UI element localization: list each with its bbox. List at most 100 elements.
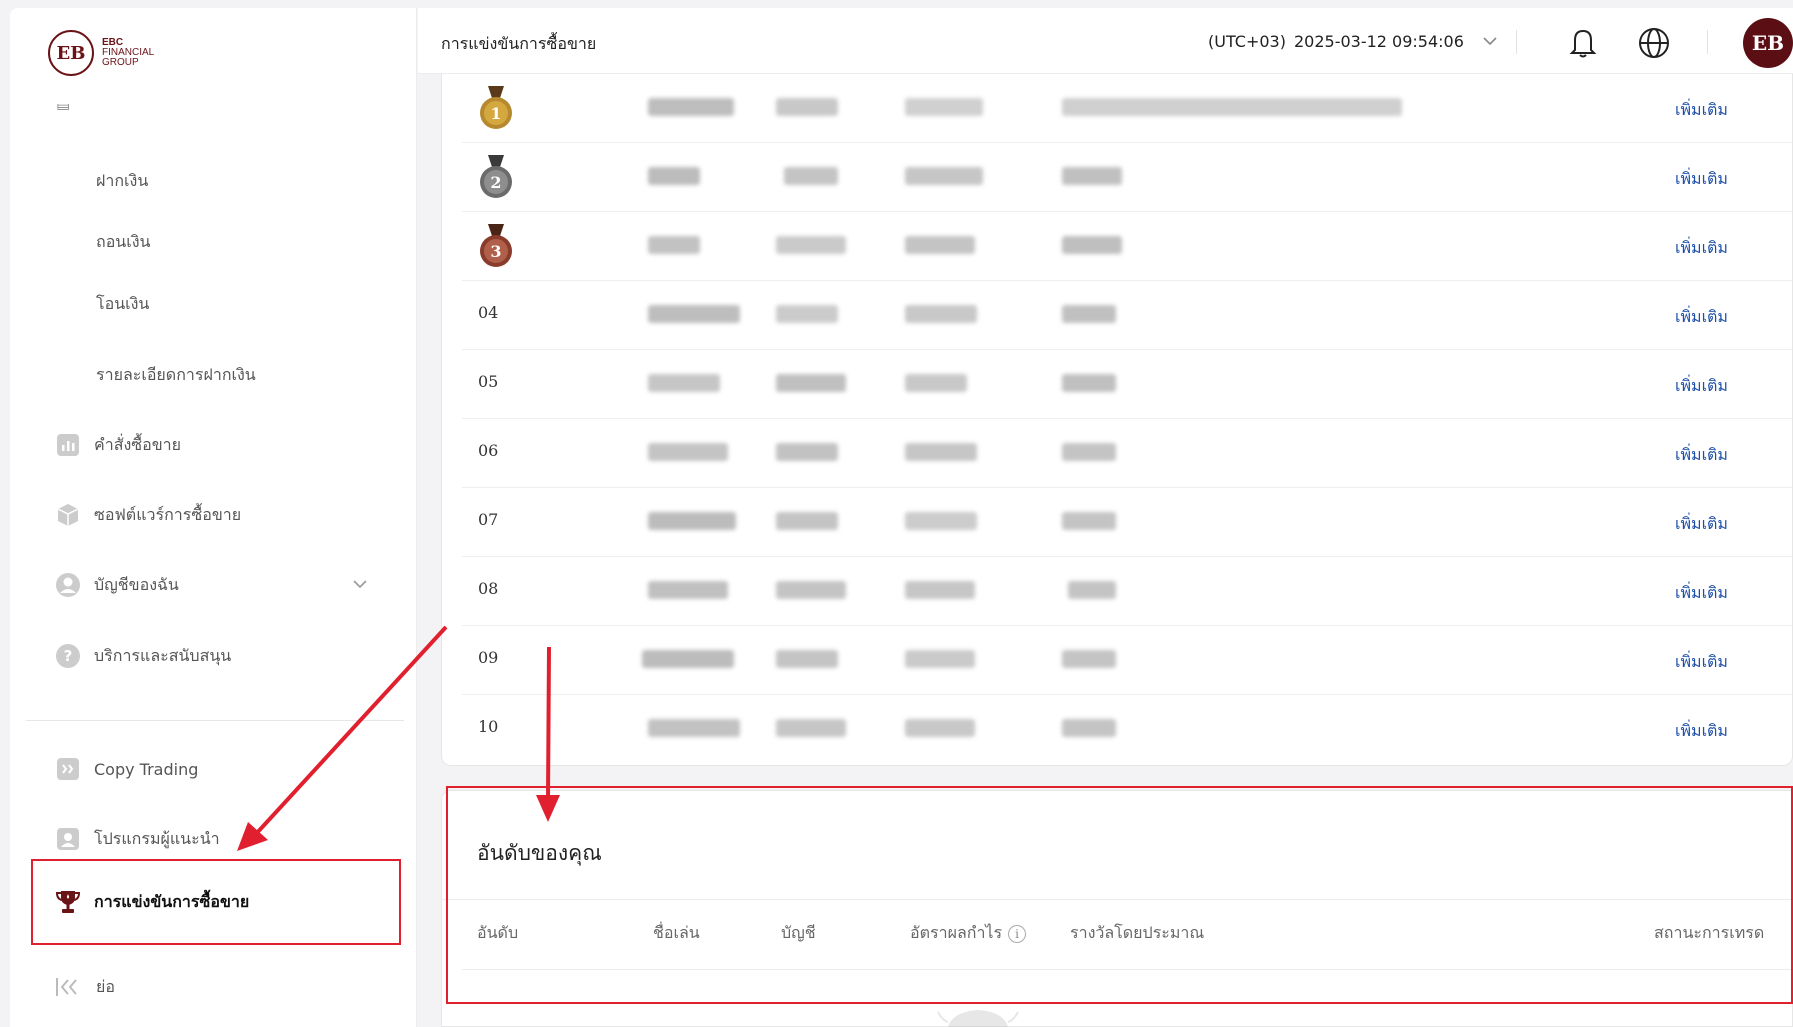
more-link[interactable]: เพิ่มเติม bbox=[1675, 374, 1728, 399]
table-row: 1 เพิ่มเติม bbox=[462, 74, 1792, 143]
sidebar-item-software[interactable]: ซอฟต์แวร์การซื้อขาย bbox=[10, 485, 410, 545]
profit-blurred bbox=[905, 581, 975, 599]
sidebar-item-transfer[interactable]: โอนเงิน bbox=[10, 274, 410, 334]
more-link[interactable]: เพิ่มเติม bbox=[1675, 512, 1728, 537]
more-link[interactable]: เพิ่มเติม bbox=[1675, 650, 1728, 675]
more-link[interactable]: เพิ่มเติม bbox=[1675, 305, 1728, 330]
logo-line-3: GROUP bbox=[102, 57, 139, 68]
nickname-blurred bbox=[648, 236, 700, 254]
table-row: 04 เพิ่มเติม bbox=[462, 281, 1792, 350]
reward-blurred bbox=[1068, 581, 1116, 599]
sidebar-item-deposit[interactable]: ฝากเงิน bbox=[10, 151, 410, 211]
sidebar-item-deposit-details[interactable]: รายละเอียดการฝากเงิน bbox=[10, 345, 410, 405]
reward-blurred bbox=[1062, 512, 1116, 530]
more-link[interactable]: เพิ่มเติม bbox=[1675, 236, 1728, 261]
more-link[interactable]: เพิ่มเติม bbox=[1675, 719, 1728, 744]
account-blurred bbox=[776, 512, 838, 530]
sidebar-item-label: บัญชีของฉัน bbox=[94, 574, 179, 594]
gold-medal-icon: 1 bbox=[480, 86, 512, 129]
reward-blurred bbox=[1062, 236, 1122, 254]
nickname-blurred bbox=[648, 98, 734, 116]
bell-icon[interactable] bbox=[1566, 26, 1600, 60]
table-row: 08 เพิ่มเติม bbox=[462, 557, 1792, 626]
rank-number: 09 bbox=[478, 648, 499, 667]
sidebar-item-label: ฝากเงิน bbox=[96, 170, 149, 190]
reward-blurred bbox=[1062, 719, 1116, 737]
sidebar-item-withdraw[interactable]: ถอนเงิน bbox=[10, 212, 410, 272]
account-blurred bbox=[776, 374, 846, 392]
reward-blurred bbox=[1062, 650, 1116, 668]
referral-icon bbox=[55, 826, 81, 852]
sidebar-item-label: ถอนเงิน bbox=[96, 231, 151, 251]
globe-icon[interactable] bbox=[1637, 26, 1671, 60]
account-blurred bbox=[776, 443, 838, 461]
sidebar-item-copy-trading[interactable]: Copy Trading bbox=[10, 739, 410, 799]
header-divider bbox=[1516, 30, 1517, 54]
avatar[interactable]: EB bbox=[1743, 18, 1793, 68]
table-row: 10 เพิ่มเติม bbox=[462, 695, 1792, 764]
timezone-label: (UTC+03) bbox=[1208, 32, 1286, 51]
sidebar-item-my-account[interactable]: บัญชีของฉัน bbox=[10, 555, 410, 615]
brand-logo[interactable]: EB EBC FINANCIAL GROUP bbox=[48, 30, 154, 76]
nickname-blurred bbox=[642, 650, 734, 668]
sidebar-item-support[interactable]: ? บริการและสนับสนุน bbox=[10, 626, 410, 686]
profit-blurred bbox=[905, 650, 975, 668]
sidebar-item-cutoff[interactable]: ▤ ·· ··· ········ bbox=[56, 104, 256, 122]
profit-blurred bbox=[905, 305, 977, 323]
rank-number: 2 bbox=[490, 173, 501, 192]
chevron-down-icon[interactable] bbox=[352, 577, 368, 593]
user-icon bbox=[55, 572, 81, 598]
logo-wordmark: EBC FINANCIAL GROUP bbox=[102, 38, 154, 68]
rank-number: 07 bbox=[478, 510, 499, 529]
sidebar-item-label: บริการและสนับสนุน bbox=[94, 645, 232, 665]
profit-blurred bbox=[905, 443, 977, 461]
timezone-selector[interactable]: (UTC+03) 2025-03-12 09:54:06 bbox=[1208, 32, 1498, 51]
leaderboard-table: 1 เพิ่มเติม 2 เพิ่มเติม 3 เพิ่มเติม 04 เ… bbox=[441, 74, 1793, 766]
reward-blurred bbox=[1062, 167, 1122, 185]
logo-mark: EB bbox=[48, 30, 94, 76]
collapse-icon bbox=[55, 974, 81, 1000]
account-blurred bbox=[776, 581, 846, 599]
sidebar-item-label: ซอฟต์แวร์การซื้อขาย bbox=[94, 504, 242, 524]
rank-number: 10 bbox=[478, 717, 499, 736]
cube-icon bbox=[55, 502, 81, 528]
sidebar-divider bbox=[26, 720, 404, 721]
profit-blurred bbox=[905, 98, 983, 116]
nickname-blurred bbox=[648, 719, 740, 737]
more-link[interactable]: เพิ่มเติม bbox=[1675, 98, 1728, 123]
profit-blurred bbox=[905, 167, 983, 185]
account-blurred bbox=[776, 98, 838, 116]
nickname-blurred bbox=[648, 443, 728, 461]
profit-blurred bbox=[905, 719, 975, 737]
account-blurred bbox=[784, 167, 838, 185]
reward-blurred bbox=[1062, 98, 1402, 116]
nickname-blurred bbox=[648, 305, 740, 323]
chevron-down-icon bbox=[1482, 34, 1498, 50]
reward-blurred bbox=[1062, 374, 1116, 392]
account-blurred bbox=[776, 305, 838, 323]
sidebar-item-orders[interactable]: คำสั่งซื้อขาย bbox=[10, 415, 410, 475]
nickname-blurred bbox=[648, 167, 700, 185]
highlight-box-my-ranking bbox=[446, 786, 1793, 1004]
sidebar-item-collapse[interactable]: ย่อ bbox=[10, 957, 410, 1017]
more-link[interactable]: เพิ่มเติม bbox=[1675, 581, 1728, 606]
svg-text:?: ? bbox=[64, 647, 73, 665]
help-icon: ? bbox=[55, 643, 81, 669]
rank-number: 08 bbox=[478, 579, 499, 598]
table-row: 09 เพิ่มเติม bbox=[462, 626, 1792, 695]
more-link[interactable]: เพิ่มเติม bbox=[1675, 167, 1728, 192]
sidebar-item-label: รายละเอียดการฝากเงิน bbox=[96, 364, 256, 384]
rank-number: 04 bbox=[478, 303, 499, 322]
copy-icon bbox=[55, 756, 81, 782]
chart-icon bbox=[55, 432, 81, 458]
rank-number: 1 bbox=[490, 104, 501, 123]
reward-blurred bbox=[1062, 305, 1116, 323]
table-row: 3 เพิ่มเติม bbox=[462, 212, 1792, 281]
account-blurred bbox=[776, 719, 846, 737]
silver-medal-icon: 2 bbox=[480, 155, 512, 198]
empty-state-icon bbox=[937, 1010, 1019, 1027]
more-link[interactable]: เพิ่มเติม bbox=[1675, 443, 1728, 468]
rank-number: 06 bbox=[478, 441, 499, 460]
sidebar: EB EBC FINANCIAL GROUP ▤ ·· ··· ········… bbox=[10, 8, 417, 1027]
nickname-blurred bbox=[648, 374, 720, 392]
